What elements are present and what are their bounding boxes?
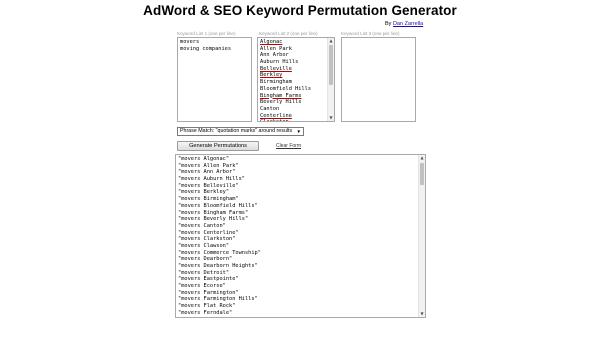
result-line: "movers Algonac" (178, 156, 230, 162)
generate-permutations-button[interactable]: Generate Permutations (177, 141, 259, 151)
result-line: "movers Birmingham" (178, 196, 239, 203)
scroll-down-arrow-icon[interactable]: ▼ (328, 115, 334, 121)
result-line: "movers Farmington Hills" (178, 296, 258, 303)
result-line: "movers Ferndale" (178, 309, 233, 316)
byline-prefix: By (385, 21, 393, 27)
keyword-list-3-label: Keyword List 3 (one per line) (341, 31, 400, 36)
keyword-line: Berkley (260, 72, 283, 79)
result-line: "movers Fraser" (178, 317, 425, 318)
result-line: "movers Bingham Farms" (178, 209, 249, 216)
result-line: "movers Auburn Hills" (178, 176, 245, 183)
result-line: "movers Commerce Township" (178, 249, 261, 256)
byline: By Dan Zarrella (385, 21, 423, 27)
results-scrollbar[interactable]: ▲ ▼ (418, 155, 425, 317)
results-textarea[interactable]: "movers Algonac" "movers Allen Park" "move… (175, 154, 426, 318)
keyword-line: Bingham Farms (260, 92, 302, 99)
keyword-line: Bloomfield Hills (260, 85, 312, 92)
keyword-list-2-label: Keyword List 2 (one per line) (259, 31, 318, 36)
keyword-list-2-textarea[interactable]: Algonac Allen Park Ann Arbor Auburn Hills Be… (257, 37, 335, 122)
result-line: "movers Belleville" (178, 182, 239, 189)
author-link[interactable]: Dan Zarrella (393, 21, 423, 27)
result-line: "movers Bloomfield Hills" (178, 202, 258, 209)
keyword-line: Canton (260, 105, 280, 112)
result-line: "movers Berkley" (178, 189, 230, 196)
result-line: "movers Ecorse" (178, 283, 226, 290)
keyword-list-1-textarea[interactable]: movers moving companies (177, 37, 252, 122)
keyword-line: Auburn Hills (260, 59, 299, 66)
result-line: "movers Ann Arbor" (178, 169, 236, 176)
scroll-thumb[interactable] (420, 163, 424, 185)
match-type-select[interactable]: Phrase Match: "quotation marks" around r… (177, 127, 304, 136)
keyword-line: Beverly Hills (260, 99, 302, 106)
keyword-line: Centerline (260, 112, 292, 119)
dropdown-caret-icon: ▼ (296, 129, 301, 134)
keyword-list-1-label: Keyword List 1 (one per line) (177, 31, 236, 36)
result-line: "movers Eastpointe" (178, 276, 239, 283)
result-line: "movers Beverly Hills" (178, 216, 249, 223)
keyword-line: moving companies (180, 45, 232, 52)
keyword-list-3-textarea[interactable] (341, 37, 416, 122)
keyword-line: Ann Arbor (260, 52, 289, 59)
scroll-thumb[interactable] (329, 45, 333, 85)
result-line: "movers Centerline" (178, 229, 239, 236)
clear-form-link[interactable]: Clear Form (276, 143, 301, 149)
result-line: "movers Farmington" (178, 289, 239, 296)
result-line: "movers Dearborn Heights" (178, 263, 258, 269)
result-line: "movers Flat Rock" (178, 303, 236, 310)
keyword-line: Algonac (260, 39, 283, 45)
scroll-up-arrow-icon[interactable]: ▲ (419, 155, 425, 161)
scroll-up-arrow-icon[interactable]: ▲ (328, 38, 334, 44)
result-line: "movers Clarkston" (178, 236, 236, 243)
keyword-line: Belleville (260, 65, 292, 72)
result-line: "movers Canton" (178, 222, 226, 229)
result-line: "movers Allen Park" (178, 162, 239, 169)
scroll-down-arrow-icon[interactable]: ▼ (419, 311, 425, 317)
keyword-line: Allen Park (260, 45, 292, 52)
keyword-line: Birmingham (260, 79, 292, 86)
page-title: AdWord & SEO Keyword Permutation Generat… (143, 3, 457, 18)
keyword-line: Clarkston (260, 119, 334, 121)
list-2-scrollbar[interactable]: ▲ ▼ (327, 38, 334, 121)
result-line: "movers Detroit" (178, 269, 230, 276)
match-type-selected: Phrase Match: "quotation marks" around r… (180, 128, 293, 134)
keyword-line: movers (180, 39, 200, 45)
result-line: "movers Dearborn" (178, 256, 233, 263)
result-line: "movers Clawson" (178, 242, 230, 249)
